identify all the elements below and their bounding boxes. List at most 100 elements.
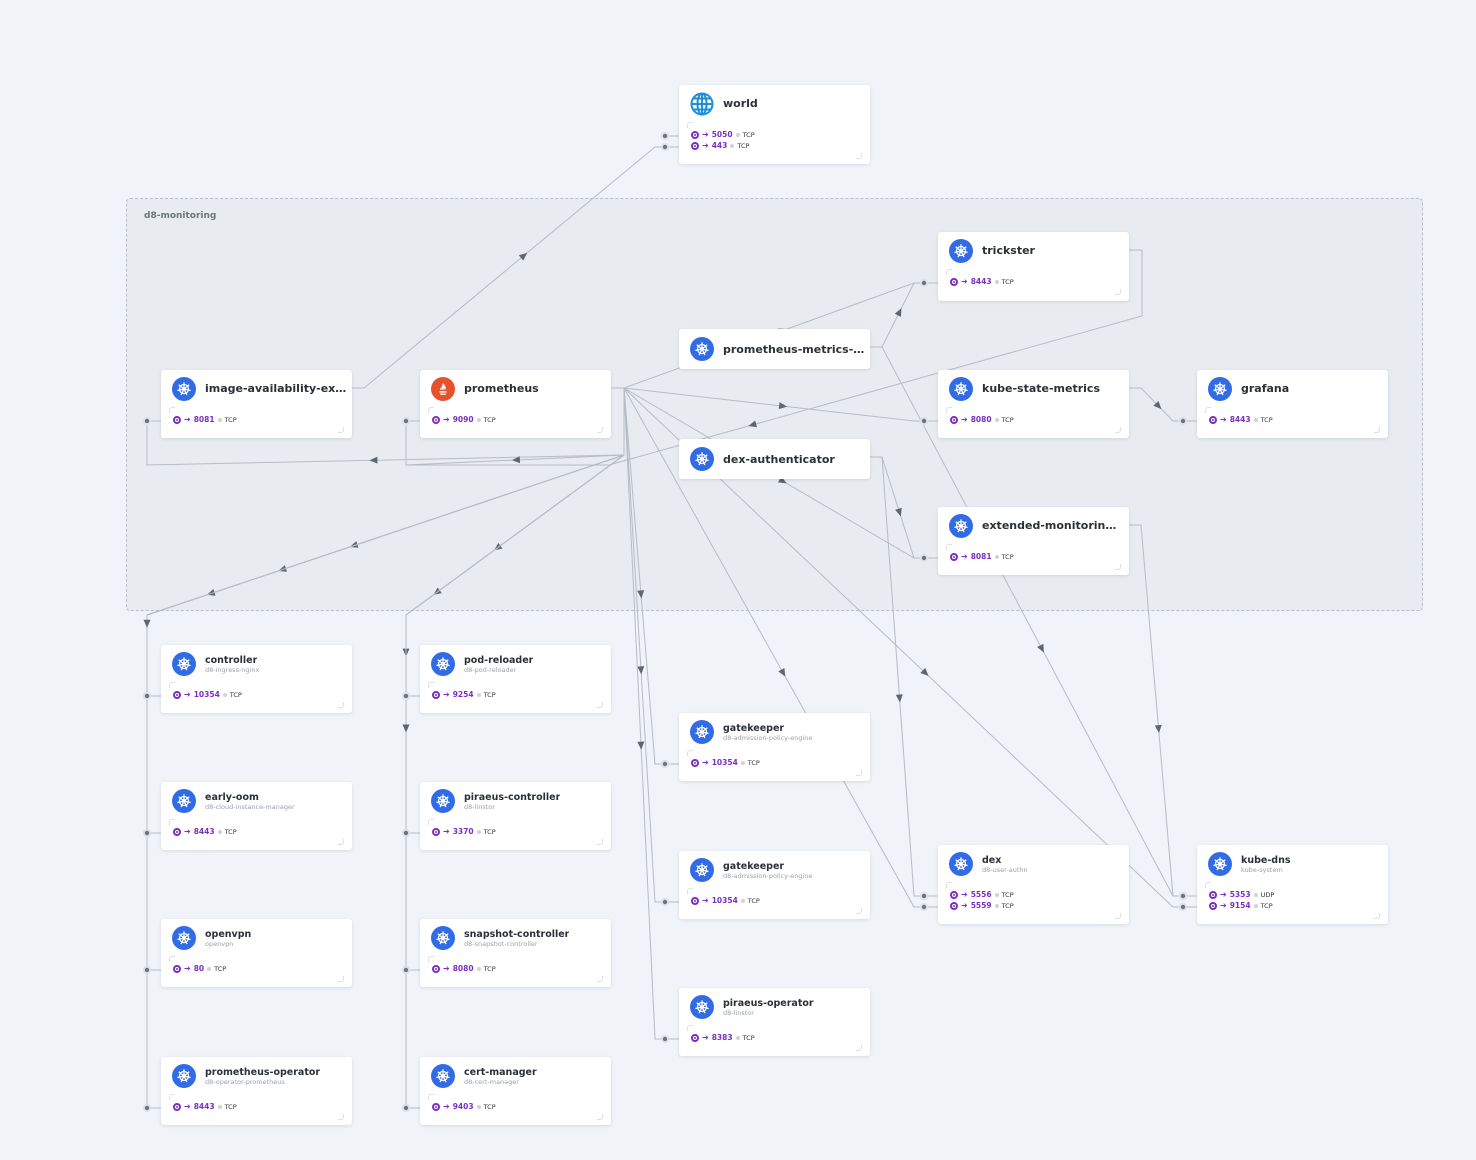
arrow-right-icon: ➔ xyxy=(443,964,450,973)
network-map-canvas[interactable]: d8-monitoring world ➔ 5050 TCP ➔ 443 TCP imag… xyxy=(0,0,1476,1160)
port-row[interactable]: ➔ 5556 TCP xyxy=(950,889,1117,900)
port-row[interactable]: ➔ 8383 TCP xyxy=(691,1032,858,1043)
port-row[interactable]: ➔ 8443 TCP xyxy=(173,826,340,837)
service-node-extended-monitoring[interactable]: extended-monitoring-ex... ➔8081 TCP xyxy=(938,507,1129,575)
port-row[interactable]: ➔ 8443 TCP xyxy=(173,1101,340,1112)
service-node-openvpn[interactable]: openvpn openvpn ➔ 80 TCP xyxy=(161,919,352,987)
arrow-right-icon: ➔ xyxy=(961,552,968,561)
port-target-icon xyxy=(691,141,699,150)
arrow-right-icon: ➔ xyxy=(961,901,968,910)
service-node-gatekeeper-2[interactable]: gatekeeper d8-admission-policy-engine ➔ 1… xyxy=(679,851,870,919)
port-row[interactable]: ➔ 8080 TCP xyxy=(950,414,1117,425)
service-node-early-oom[interactable]: early-oom d8-cloud-instance-manager ➔ 844… xyxy=(161,782,352,850)
port-number: 8443 xyxy=(193,1102,215,1111)
edge-arrow-icon xyxy=(778,667,786,677)
edge-arrow-icon xyxy=(895,694,903,703)
port-number: 8443 xyxy=(970,277,992,286)
node-header: grafana xyxy=(1197,370,1388,406)
service-node-piraeus-operator[interactable]: piraeus-operator d8-linstor ➔ 8383 TCP xyxy=(679,988,870,1056)
service-node-pod-reloader[interactable]: pod-reloader d8-pod-reloader ➔ 9254 TCP xyxy=(420,645,611,713)
port-row[interactable]: ➔ 5559 TCP xyxy=(950,900,1117,911)
port-row[interactable]: ➔ 9403 TCP xyxy=(432,1101,599,1112)
port-handle-icon xyxy=(1178,902,1188,912)
port-target-icon xyxy=(691,896,699,905)
node-header: prometheus xyxy=(420,370,611,406)
port-target-icon xyxy=(950,901,958,910)
service-node-prometheus-metrics-adapter[interactable]: prometheus-metrics-ada... xyxy=(679,329,870,369)
namespace-group-label: d8-monitoring xyxy=(144,211,217,221)
globe-icon xyxy=(690,92,714,116)
node-ports: ➔ 9403 TCP xyxy=(428,1093,603,1120)
node-header: image-availability-expor... xyxy=(161,370,352,406)
port-row[interactable]: ➔ 10354 TCP xyxy=(691,757,858,768)
port-number: 3370 xyxy=(452,827,474,836)
port-protocol: TCP xyxy=(229,690,242,699)
separator-dot xyxy=(217,829,222,834)
port-row[interactable]: ➔ 9090 TCP xyxy=(432,414,599,425)
service-node-controller[interactable]: controller d8-ingress-nginx ➔ 10354 TCP xyxy=(161,645,352,713)
kubernetes-icon xyxy=(949,239,973,263)
node-header: openvpn openvpn xyxy=(161,919,352,955)
port-number: 8081 xyxy=(970,552,992,561)
node-ports: ➔ 8081 TCP xyxy=(169,406,344,433)
port-row[interactable]: ➔ 443 TCP xyxy=(691,140,858,151)
port-row[interactable]: ➔ 8081 TCP xyxy=(950,551,1117,562)
port-row[interactable]: ➔ 8081 TCP xyxy=(173,414,340,425)
service-node-kube-state-metrics[interactable]: kube-state-metrics ➔ 8080 TCP xyxy=(938,370,1129,438)
service-node-prometheus-operator[interactable]: prometheus-operator d8-operator-promethe… xyxy=(161,1057,352,1125)
separator-dot xyxy=(1253,892,1258,897)
service-node-dex[interactable]: dex d8-user-authn ➔ 5556 TCP ➔ 5559 TCP xyxy=(938,845,1129,924)
port-row[interactable]: ➔ 5050 TCP xyxy=(691,129,858,140)
port-row[interactable]: ➔ 5353 UDP xyxy=(1209,889,1376,900)
arrow-right-icon: ➔ xyxy=(702,758,709,767)
node-title: dex-authenticator xyxy=(723,453,835,466)
arrow-right-icon: ➔ xyxy=(443,827,450,836)
node-ports: ➔ 8080 TCP xyxy=(946,406,1121,433)
service-node-cert-manager[interactable]: cert-manager d8-cert-manager ➔ 9403 TCP xyxy=(420,1057,611,1125)
node-namespace: d8-ingress-nginx xyxy=(205,666,260,674)
port-protocol: TCP xyxy=(483,827,496,836)
port-row[interactable]: ➔ 3370 TCP xyxy=(432,826,599,837)
port-handle-icon xyxy=(142,691,152,701)
port-protocol: TCP xyxy=(224,415,237,424)
port-row[interactable]: ➔ 8443 TCP xyxy=(950,276,1117,287)
port-row[interactable]: ➔ 8080 TCP xyxy=(432,963,599,974)
port-row[interactable]: ➔ 8443 TCP xyxy=(1209,414,1376,425)
separator-dot xyxy=(994,417,999,422)
service-node-dex-authenticator[interactable]: dex-authenticator xyxy=(679,439,870,479)
node-title: openvpn xyxy=(205,929,252,940)
port-protocol: UDP xyxy=(1260,890,1275,899)
kubernetes-icon xyxy=(949,514,973,538)
service-node-world[interactable]: world ➔ 5050 TCP ➔ 443 TCP xyxy=(679,85,870,164)
node-namespace: d8-admission-policy-engine xyxy=(723,734,813,742)
node-header: snapshot-controller d8-snapshot-controll… xyxy=(420,919,611,955)
port-handle-icon xyxy=(660,897,670,907)
port-protocol: TCP xyxy=(1001,277,1014,286)
port-protocol: TCP xyxy=(742,1033,755,1042)
separator-dot xyxy=(217,1104,222,1109)
service-node-trickster[interactable]: trickster ➔ 8443 TCP xyxy=(938,232,1129,301)
service-node-image-availability[interactable]: image-availability-expor... ➔8081 TCP xyxy=(161,370,352,438)
node-title: piraeus-operator xyxy=(723,998,814,1009)
arrow-right-icon: ➔ xyxy=(184,827,191,836)
port-row[interactable]: ➔ 80 TCP xyxy=(173,963,340,974)
service-node-kube-dns[interactable]: kube-dns kube-system ➔ 5353 UDP ➔ 9154 TCP xyxy=(1197,845,1388,924)
port-row[interactable]: ➔ 10354 TCP xyxy=(173,689,340,700)
service-node-prometheus[interactable]: prometheus ➔ 9090 TCP xyxy=(420,370,611,438)
port-handle-icon xyxy=(142,1103,152,1113)
separator-dot xyxy=(476,966,481,971)
port-row[interactable]: ➔ 9154 TCP xyxy=(1209,900,1376,911)
service-node-grafana[interactable]: grafana ➔ 8443 TCP xyxy=(1197,370,1388,438)
port-row[interactable]: ➔ 10354 TCP xyxy=(691,895,858,906)
port-row[interactable]: ➔ 9254 TCP xyxy=(432,689,599,700)
service-node-snapshot-controller[interactable]: snapshot-controller d8-snapshot-controll… xyxy=(420,919,611,987)
node-ports: ➔ 8383 TCP xyxy=(687,1024,862,1051)
arrow-right-icon: ➔ xyxy=(961,277,968,286)
node-header: prometheus-operator d8-operator-promethe… xyxy=(161,1057,352,1093)
separator-dot xyxy=(1253,417,1258,422)
service-node-gatekeeper-1[interactable]: gatekeeper d8-admission-policy-engine ➔ 1… xyxy=(679,713,870,781)
service-node-piraeus-controller[interactable]: piraeus-controller d8-linstor ➔ 3370 TCP xyxy=(420,782,611,850)
node-title: dex xyxy=(982,855,1002,866)
kubernetes-icon xyxy=(431,789,455,813)
arrow-right-icon: ➔ xyxy=(184,964,191,973)
